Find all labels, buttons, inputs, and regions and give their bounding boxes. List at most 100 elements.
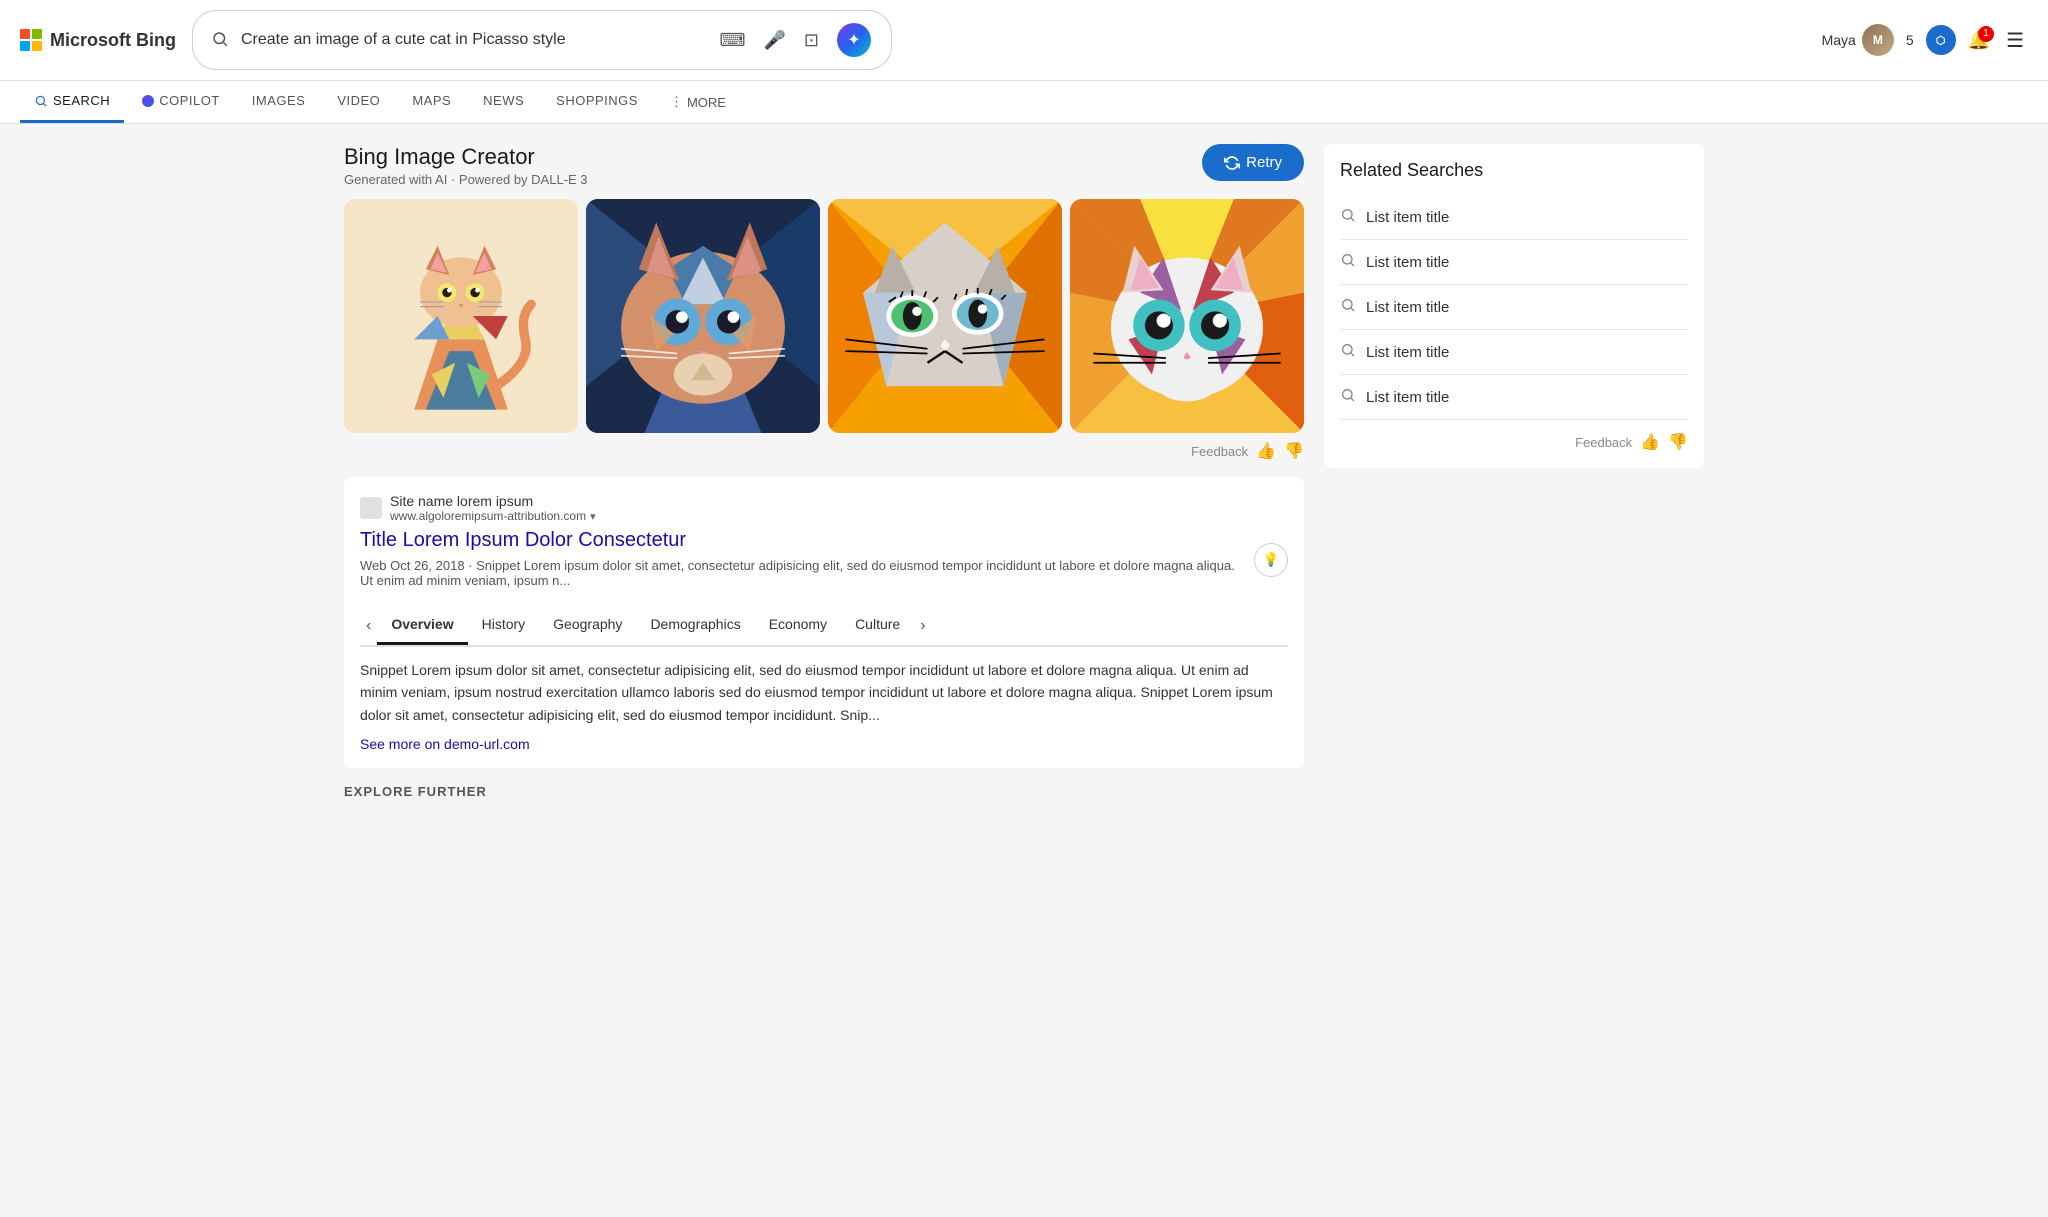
main-nav: SEARCH COPILOT IMAGES VIDEO MAPS NEWS SH… — [0, 81, 2048, 124]
image-creator-section: Bing Image Creator Generated with AI · P… — [344, 144, 1304, 461]
nav-search-label: SEARCH — [53, 93, 110, 108]
site-info: Site name lorem ipsum www.algoloremipsum… — [360, 493, 1242, 523]
related-search-item-2[interactable]: List item title — [1340, 240, 1688, 285]
logo-text: Microsoft Bing — [50, 30, 176, 51]
search-submit-button[interactable] — [209, 28, 231, 53]
search-icon-2 — [1340, 252, 1356, 272]
retry-button[interactable]: Retry — [1202, 144, 1304, 181]
right-column: Related Searches List item title List it… — [1324, 144, 1704, 799]
tab-arrow-left[interactable]: ‹ — [360, 611, 377, 641]
main-content: Bing Image Creator Generated with AI · P… — [324, 124, 1724, 819]
result-tabs: ‹ Overview History Geography Demographic… — [360, 606, 1288, 647]
related-search-item-1[interactable]: List item title — [1340, 195, 1688, 240]
thumbs-up-button[interactable]: 👍 — [1256, 441, 1276, 461]
lightbulb-button[interactable]: 💡 — [1254, 543, 1288, 577]
avatar: M — [1862, 24, 1894, 56]
result-meta: Web Oct 26, 2018 · Snippet Lorem ipsum d… — [360, 558, 1242, 588]
image-creator-subtitle: Generated with AI · Powered by DALL-E 3 — [344, 172, 588, 187]
logo: Microsoft Bing — [20, 29, 176, 51]
search-icon-1 — [1340, 207, 1356, 227]
nav-shoppings-label: SHOPPINGS — [556, 93, 638, 108]
tab-geography[interactable]: Geography — [539, 606, 636, 645]
hamburger-menu-button[interactable]: ☰ — [2002, 24, 2028, 57]
generated-image-3[interactable] — [828, 199, 1062, 433]
nav-more-button[interactable]: ⋮ MORE — [656, 82, 740, 122]
related-thumbs-up-button[interactable]: 👍 — [1640, 432, 1660, 452]
nav-item-maps[interactable]: MAPS — [398, 81, 465, 123]
related-feedback-label: Feedback — [1575, 435, 1632, 450]
search-result-card: Site name lorem ipsum www.algoloremipsum… — [344, 477, 1304, 768]
nav-item-shoppings[interactable]: SHOPPINGS — [542, 81, 652, 123]
related-search-item-3[interactable]: List item title — [1340, 285, 1688, 330]
microphone-icon-button[interactable]: 🎤 — [759, 26, 789, 55]
generated-image-1[interactable] — [344, 199, 578, 433]
nav-video-label: VIDEO — [337, 93, 380, 108]
image-creator-title-block: Bing Image Creator Generated with AI · P… — [344, 144, 588, 187]
user-name: Maya — [1822, 32, 1856, 48]
search-icon-5 — [1340, 387, 1356, 407]
site-url-dropdown[interactable]: ▾ — [590, 510, 596, 523]
image-creator-header: Bing Image Creator Generated with AI · P… — [344, 144, 1304, 187]
copilot-gradient-icon: ✦ — [837, 23, 871, 57]
tab-history[interactable]: History — [468, 606, 540, 645]
related-search-item-4[interactable]: List item title — [1340, 330, 1688, 375]
nav-copilot-label: COPILOT — [159, 93, 220, 108]
related-item-text-4: List item title — [1366, 344, 1449, 361]
header-right: Maya M 5 ⬡ 🔔 1 ☰ — [1822, 24, 2028, 57]
generated-image-4[interactable] — [1070, 199, 1304, 433]
search-input[interactable] — [241, 31, 706, 49]
tab-economy[interactable]: Economy — [755, 606, 841, 645]
header: Microsoft Bing ⌨ 🎤 ⊡ ✦ Maya M 5 ⬡ 🔔 1 ☰ — [0, 0, 2048, 81]
nav-item-images[interactable]: IMAGES — [238, 81, 320, 123]
tab-demographics[interactable]: Demographics — [636, 606, 754, 645]
nav-maps-label: MAPS — [412, 93, 451, 108]
nav-item-news[interactable]: NEWS — [469, 81, 538, 123]
tab-arrow-right[interactable]: › — [914, 611, 931, 641]
nav-item-copilot[interactable]: COPILOT — [128, 81, 234, 123]
site-favicon — [360, 497, 382, 519]
left-column: Bing Image Creator Generated with AI · P… — [344, 144, 1304, 799]
related-search-item-5[interactable]: List item title — [1340, 375, 1688, 420]
tab-culture[interactable]: Culture — [841, 606, 914, 645]
image-creator-title: Bing Image Creator — [344, 144, 588, 170]
microsoft-logo-icon — [20, 29, 42, 51]
nav-more-label: MORE — [687, 95, 726, 110]
nav-item-video[interactable]: VIDEO — [323, 81, 394, 123]
thumbs-down-button[interactable]: 👎 — [1284, 441, 1304, 461]
image-grid — [344, 199, 1304, 433]
copilot-icon-button[interactable]: ✦ — [833, 19, 875, 61]
keyboard-icon-button[interactable]: ⌨ — [716, 26, 750, 55]
related-item-text-1: List item title — [1366, 209, 1449, 226]
nav-images-label: IMAGES — [252, 93, 306, 108]
related-searches-title: Related Searches — [1340, 160, 1688, 181]
related-item-text-5: List item title — [1366, 389, 1449, 406]
search-bar: ⌨ 🎤 ⊡ ✦ — [192, 10, 892, 70]
rewards-count: 5 — [1906, 32, 1914, 48]
see-more-link[interactable]: See more on demo-url.com — [360, 736, 1288, 752]
search-icon-4 — [1340, 342, 1356, 362]
retry-label: Retry — [1246, 154, 1282, 171]
result-body: Snippet Lorem ipsum dolor sit amet, cons… — [360, 659, 1288, 726]
tab-overview[interactable]: Overview — [377, 606, 467, 645]
explore-further: EXPLORE FURTHER — [344, 784, 1304, 799]
related-item-text-3: List item title — [1366, 299, 1449, 316]
related-thumbs-down-button[interactable]: 👎 — [1668, 432, 1688, 452]
camera-icon-button[interactable]: ⊡ — [800, 26, 823, 55]
search-icon-3 — [1340, 297, 1356, 317]
result-title-link[interactable]: Title Lorem Ipsum Dolor Consectetur — [360, 529, 1242, 552]
nav-item-search[interactable]: SEARCH — [20, 81, 124, 123]
site-name-block: Site name lorem ipsum www.algoloremipsum… — [390, 493, 596, 523]
generated-image-2[interactable] — [586, 199, 820, 433]
user-info: Maya M — [1822, 24, 1894, 56]
related-item-text-2: List item title — [1366, 254, 1449, 271]
related-searches-panel: Related Searches List item title List it… — [1324, 144, 1704, 468]
notification-badge: 1 — [1978, 26, 1994, 42]
image-creator-feedback-label: Feedback — [1191, 444, 1248, 459]
site-name: Site name lorem ipsum — [390, 493, 596, 509]
image-creator-feedback-row: Feedback 👍 👎 — [344, 441, 1304, 461]
notification-button[interactable]: 🔔 1 — [1968, 30, 1990, 51]
site-url: www.algoloremipsum-attribution.com — [390, 509, 586, 523]
related-searches-feedback-row: Feedback 👍 👎 — [1340, 432, 1688, 452]
rewards-badge: ⬡ — [1926, 25, 1956, 55]
nav-news-label: NEWS — [483, 93, 524, 108]
